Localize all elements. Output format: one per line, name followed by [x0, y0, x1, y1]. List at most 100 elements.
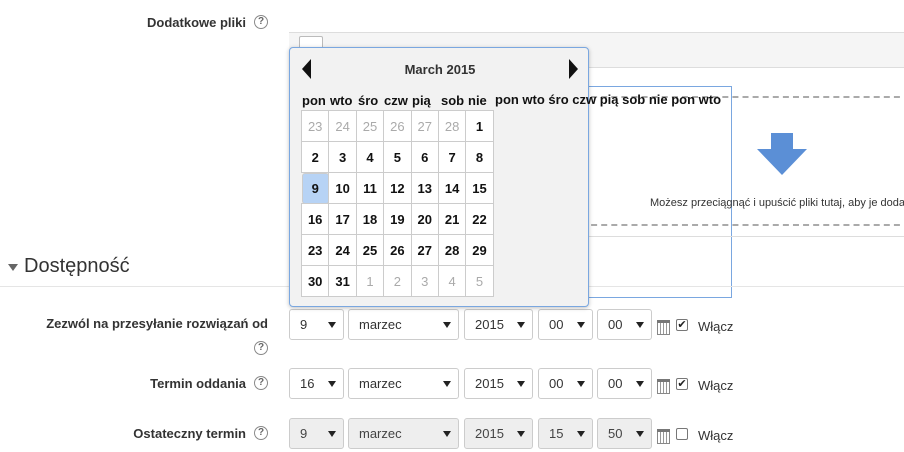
help-icon[interactable]: ? [254, 15, 268, 29]
calendar-day[interactable]: 22 [465, 203, 494, 235]
minute-select[interactable]: 00 [597, 309, 652, 340]
calendar-day[interactable]: 29 [465, 234, 494, 266]
calendar-day[interactable]: 23 [300, 234, 330, 266]
day-select[interactable]: 9 [289, 418, 344, 449]
enable-label[interactable]: Włącz [698, 319, 733, 334]
calendar-day[interactable]: 11 [355, 172, 385, 204]
calendar-day[interactable]: 1 [465, 110, 494, 142]
enable-label[interactable]: Włącz [698, 428, 733, 443]
day-select-value: 16 [300, 376, 315, 391]
calendar-day[interactable]: 24 [328, 110, 357, 142]
chevron-down-icon [328, 322, 336, 328]
minute-select[interactable]: 00 [597, 368, 652, 399]
calendar-icon[interactable] [657, 429, 670, 444]
calendar-day[interactable]: 16 [300, 203, 330, 235]
hour-select-value: 00 [549, 376, 564, 391]
chevron-down-icon [517, 431, 525, 437]
calendar-day[interactable]: 1 [355, 265, 385, 297]
calendar-day[interactable]: 31 [328, 265, 357, 297]
chevron-down-icon [577, 431, 585, 437]
day-select-value: 9 [300, 317, 308, 332]
weekday-header: sob [441, 93, 465, 108]
weekday-header: czw [384, 93, 408, 108]
calendar-day[interactable]: 27 [410, 234, 439, 266]
calendar-day[interactable]: 14 [437, 172, 467, 204]
calendar-day[interactable]: 25 [355, 234, 385, 266]
allow-from-label: Zezwól na przesyłanie rozwiązań od [46, 316, 268, 331]
chevron-down-icon [636, 381, 644, 387]
year-select[interactable]: 2015 [464, 418, 533, 449]
calendar-icon[interactable] [657, 320, 670, 335]
minute-select[interactable]: 50 [597, 418, 652, 449]
calendar-day[interactable]: 9 [301, 173, 329, 204]
due-date-label: Termin oddania [150, 376, 246, 391]
calendar-day[interactable]: 5 [383, 141, 412, 173]
month-select-value: marzec [359, 426, 402, 441]
calendar-day[interactable]: 10 [328, 172, 357, 204]
cutoff-label: Ostateczny termin [133, 426, 246, 441]
calendar-day[interactable]: 5 [465, 265, 494, 297]
calendar-icon[interactable] [657, 379, 670, 394]
calendar-day[interactable]: 18 [355, 203, 385, 235]
calendar-day[interactable]: 12 [383, 172, 412, 204]
month-select[interactable]: marzec [348, 418, 459, 449]
calendar-day[interactable]: 15 [465, 172, 494, 204]
calendar-day[interactable]: 3 [410, 265, 439, 297]
chevron-down-icon [328, 431, 336, 437]
calendar-day[interactable]: 3 [328, 141, 357, 173]
year-select-value: 2015 [475, 426, 504, 441]
calendar-day[interactable]: 7 [437, 141, 467, 173]
day-select[interactable]: 16 [289, 368, 344, 399]
calendar-day[interactable]: 13 [410, 172, 439, 204]
help-icon[interactable]: ? [254, 426, 268, 440]
chevron-down-icon [443, 381, 451, 387]
calendar-day[interactable]: 23 [300, 110, 330, 142]
chevron-down-icon [577, 322, 585, 328]
hour-select[interactable]: 00 [538, 368, 593, 399]
help-icon[interactable]: ? [254, 376, 268, 390]
month-select-value: marzec [359, 376, 402, 391]
hour-select[interactable]: 15 [538, 418, 593, 449]
year-select-value: 2015 [475, 317, 504, 332]
calendar-day[interactable]: 8 [465, 141, 494, 173]
chevron-down-icon [517, 322, 525, 328]
extra-files-label: Dodatkowe pliki [147, 15, 246, 30]
calendar-day[interactable]: 17 [328, 203, 357, 235]
calendar-day[interactable]: 2 [300, 141, 330, 173]
help-icon[interactable]: ? [254, 341, 268, 355]
calendar-day[interactable]: 24 [328, 234, 357, 266]
chevron-down-icon [443, 431, 451, 437]
year-select[interactable]: 2015 [464, 368, 533, 399]
calendar-day[interactable]: 28 [437, 110, 467, 142]
calendar-day[interactable]: 6 [410, 141, 439, 173]
year-select[interactable]: 2015 [464, 309, 533, 340]
calendar-grid: 23 24 25 26 27 28 1 2 3 4 5 6 7 8 9 10 11 12 13 14 15 16 17 18 1… [300, 110, 494, 297]
weekday-header: pią [412, 93, 431, 108]
section-toggle-icon[interactable] [8, 264, 18, 271]
day-select[interactable]: 9 [289, 309, 344, 340]
calendar-day[interactable]: 4 [437, 265, 467, 297]
month-select[interactable]: marzec [348, 368, 459, 399]
calendar-day[interactable]: 4 [355, 141, 385, 173]
hour-select[interactable]: 00 [538, 309, 593, 340]
enable-label[interactable]: Włącz [698, 378, 733, 393]
calendar-day[interactable]: 25 [355, 110, 385, 142]
next-month-icon[interactable] [569, 59, 578, 79]
hour-select-value: 00 [549, 317, 564, 332]
calendar-day[interactable]: 26 [383, 110, 412, 142]
calendar-day[interactable]: 2 [383, 265, 412, 297]
calendar-day[interactable]: 19 [383, 203, 412, 235]
calendar-day[interactable]: 26 [383, 234, 412, 266]
enable-checkbox[interactable]: ✔ [676, 319, 688, 331]
dropzone-text: Możesz przeciągnąć i upuścić pliki tutaj… [650, 197, 904, 209]
calendar-day[interactable]: 21 [437, 203, 467, 235]
enable-checkbox[interactable] [676, 428, 688, 440]
calendar-day[interactable]: 30 [300, 265, 330, 297]
month-select[interactable]: marzec [348, 309, 459, 340]
section-title[interactable]: Dostępność [24, 255, 130, 278]
calendar-day[interactable]: 27 [410, 110, 439, 142]
chevron-down-icon [636, 431, 644, 437]
calendar-day[interactable]: 28 [437, 234, 467, 266]
calendar-day[interactable]: 20 [410, 203, 439, 235]
enable-checkbox[interactable]: ✔ [676, 378, 688, 390]
